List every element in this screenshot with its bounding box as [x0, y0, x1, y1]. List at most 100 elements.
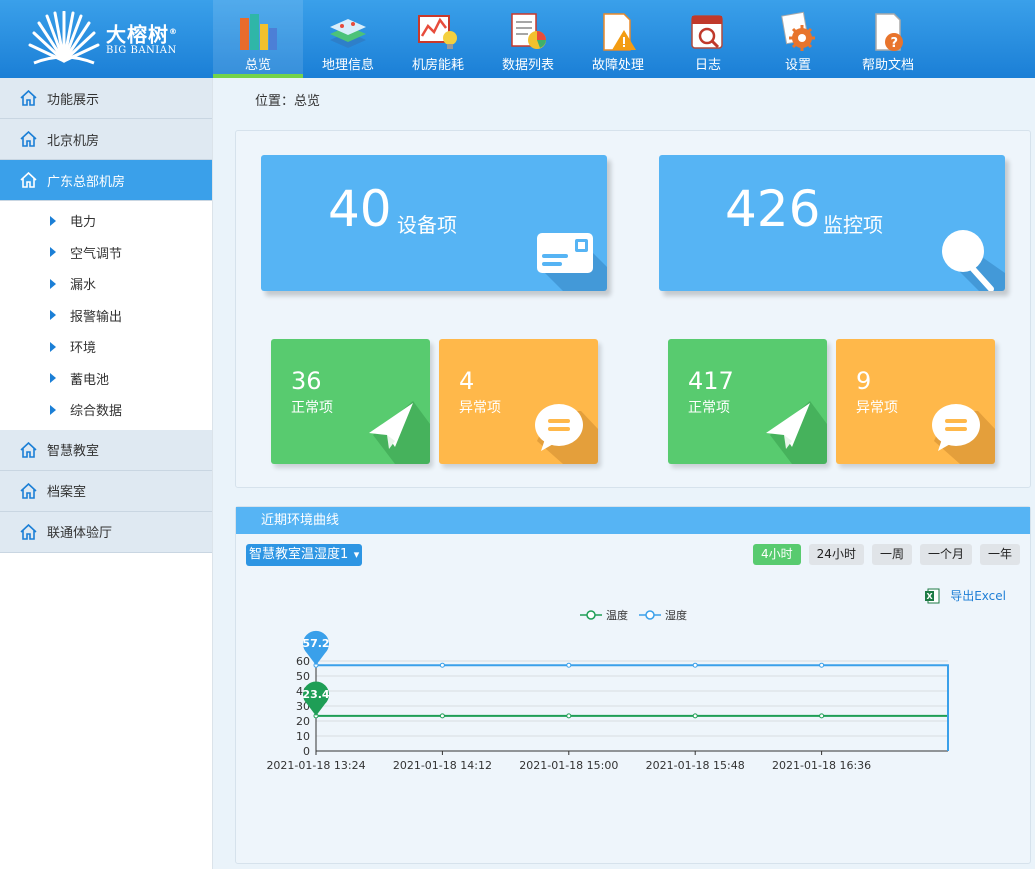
home-icon	[20, 482, 37, 499]
sidebar-item-label: 功能展示	[47, 92, 100, 108]
triangle-right-icon	[50, 373, 56, 384]
legend-label: 湿度	[665, 608, 687, 622]
home-icon	[20, 523, 37, 540]
sidebar-subitem-alarm-output[interactable]: 报警输出	[0, 300, 212, 332]
sidebar-subitem-water-leak[interactable]: 漏水	[0, 268, 212, 300]
device-abnormal-card[interactable]: 4 异常项	[439, 339, 598, 464]
monitor-abnormal-value: 9	[856, 367, 872, 395]
data-point	[439, 662, 445, 668]
chat-bubble-icon	[535, 404, 598, 464]
top-header: 大榕树® BIG BANIAN 总览 地理信息 机房能耗 数据列表 故障处理 日…	[0, 0, 1035, 78]
nav-label: 地理信息	[321, 58, 374, 73]
nav-energy[interactable]: 机房能耗	[393, 0, 483, 78]
books-icon	[240, 14, 277, 50]
warning-doc-icon	[603, 13, 636, 51]
sidebar-item-smart-classroom[interactable]: 智慧教室	[0, 429, 212, 471]
series-line	[316, 664, 949, 751]
range-year-button[interactable]: 一年	[979, 544, 1020, 565]
data-point	[692, 713, 698, 719]
device-normal-value: 36	[291, 367, 322, 395]
range-4h-button[interactable]: 4小时	[753, 544, 801, 565]
data-point	[566, 713, 572, 719]
paper-plane-icon	[369, 401, 430, 464]
sidebar-subitem-battery[interactable]: 蓄电池	[0, 363, 212, 395]
nav-log[interactable]: 日志	[663, 0, 753, 78]
sidebar-item-unicom-hall[interactable]: 联通体验厅	[0, 511, 212, 553]
device-abnormal-value: 4	[459, 367, 475, 395]
x-tick-label: 2021-01-18 13:24	[266, 759, 365, 772]
legend-marker	[586, 610, 596, 620]
panel-title: 近期环境曲线	[236, 507, 1030, 534]
legend-marker	[645, 610, 655, 620]
nav-label: 数据列表	[501, 58, 554, 73]
sub-item-label: 空气调节	[70, 246, 123, 262]
data-point	[439, 713, 445, 719]
x-tick-label: 2021-01-18 15:00	[519, 759, 618, 772]
sidebar-item-guangdong-hq-room[interactable]: 广东总部机房	[0, 160, 212, 201]
calendar-log-icon	[691, 15, 723, 49]
monitor-abnormal-card[interactable]: 9 异常项	[836, 339, 995, 464]
nav-overview[interactable]: 总览	[213, 0, 303, 78]
nav-settings[interactable]: 设置	[753, 0, 843, 78]
device-count-value: 40	[328, 180, 392, 238]
nav-geo-info[interactable]: 地理信息	[303, 0, 393, 78]
export-label: 导出Excel	[950, 589, 1006, 603]
triangle-right-icon	[50, 215, 56, 226]
nav-fault-handling[interactable]: 故障处理	[573, 0, 663, 78]
export-excel-button[interactable]: X 导出Excel	[924, 587, 1006, 604]
main-nav: 总览 地理信息 机房能耗 数据列表 故障处理 日志 设置 ? 帮助文档	[213, 0, 933, 78]
triangle-right-icon	[50, 404, 56, 415]
map-layers-icon	[330, 19, 366, 48]
data-point	[692, 662, 698, 668]
device-normal-card[interactable]: 36 正常项	[271, 339, 430, 464]
nav-label: 设置	[784, 58, 811, 73]
sidebar-subitem-air-conditioning[interactable]: 空气调节	[0, 237, 212, 269]
nav-help-docs[interactable]: ? 帮助文档	[843, 0, 933, 78]
home-icon	[20, 90, 37, 106]
paper-plane-icon	[766, 401, 827, 464]
excel-icon: X	[925, 588, 940, 603]
sub-item-label: 环境	[70, 341, 97, 357]
x-tick-label: 2021-01-18 16:36	[772, 759, 871, 772]
nav-data-list[interactable]: 数据列表	[483, 0, 573, 78]
nav-label: 故障处理	[591, 58, 644, 73]
value-pin-label: 23.4	[302, 688, 329, 701]
environment-curve-panel: 近期环境曲线 智慧教室温湿度1 4小时 24小时 一周 一个月 一年 X 导出E…	[235, 506, 1031, 864]
range-week-button[interactable]: 一周	[871, 544, 912, 565]
data-point	[566, 662, 572, 668]
sidebar-item-archive-room[interactable]: 档案室	[0, 470, 212, 512]
nav-label: 帮助文档	[861, 58, 914, 73]
device-count-card[interactable]: 40 设备项	[261, 155, 607, 291]
sidebar-item-beijing-room[interactable]: 北京机房	[0, 119, 212, 160]
sidebar-sub-list: 电力 空气调节 漏水 报警输出 环境 蓄电池 综合数据	[0, 201, 212, 430]
x-tick-label: 2021-01-18 15:48	[646, 759, 745, 772]
y-tick-label: 10	[296, 730, 310, 743]
range-24h-button[interactable]: 24小时	[808, 544, 864, 565]
help-doc-icon: ?	[875, 13, 903, 51]
banyan-tree-logo-icon	[28, 11, 100, 65]
logo-subtitle: BIG BANIAN	[106, 45, 177, 57]
sidebar-item-feature-demo[interactable]: 功能展示	[0, 78, 212, 119]
value-pin-label: 57.2	[302, 637, 329, 650]
triangle-right-icon	[50, 278, 56, 289]
home-icon	[20, 172, 37, 188]
home-icon	[20, 441, 37, 458]
sidebar-item-label: 智慧教室	[47, 444, 100, 459]
y-tick-label: 50	[296, 670, 310, 683]
triangle-right-icon	[50, 341, 56, 352]
sidebar-subitem-power[interactable]: 电力	[0, 205, 212, 237]
monitor-normal-value: 417	[688, 367, 734, 395]
sub-item-label: 漏水	[70, 278, 97, 294]
sidebar-item-label: 广东总部机房	[47, 174, 126, 190]
sidebar-subitem-environment[interactable]: 环境	[0, 331, 212, 363]
sub-item-label: 综合数据	[70, 404, 123, 420]
nav-label: 总览	[244, 58, 271, 73]
chat-bubble-icon	[932, 404, 995, 464]
monitor-count-card[interactable]: 426 监控项	[659, 155, 1005, 291]
search-icon	[942, 230, 1005, 291]
range-month-button[interactable]: 一个月	[919, 544, 972, 565]
sensor-select[interactable]: 智慧教室温湿度1	[246, 544, 363, 566]
monitor-normal-card[interactable]: 417 正常项	[668, 339, 827, 464]
sidebar-subitem-comprehensive-data[interactable]: 综合数据	[0, 394, 212, 426]
breadcrumb: 位置：总览	[255, 94, 321, 109]
